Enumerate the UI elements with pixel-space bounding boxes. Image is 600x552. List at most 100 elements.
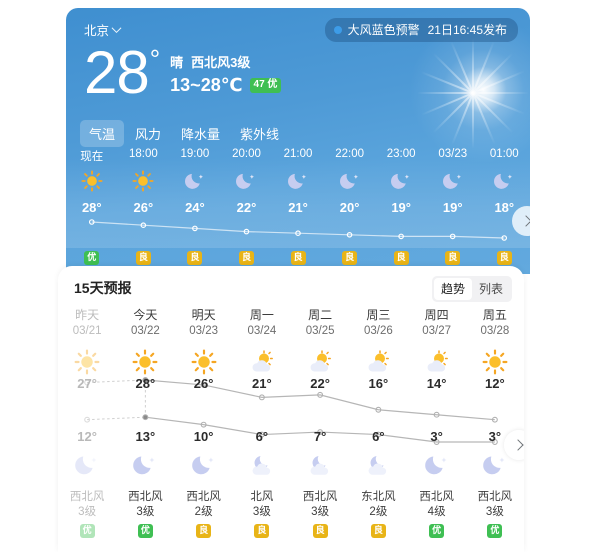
status-badge: 良: [254, 524, 270, 538]
forecast-day-date: 03/27: [422, 325, 452, 337]
forecast-wind-level: 3级: [311, 506, 330, 518]
moon-icon: [287, 166, 309, 196]
forecast-low-temp: 10°: [193, 429, 214, 444]
tab-3[interactable]: 降水量: [172, 120, 229, 147]
hourly-temp: 21°: [288, 200, 308, 215]
forecast-wind-direction: 北风: [250, 491, 274, 503]
hourly-time: 18:00: [128, 148, 158, 160]
hourly-forecast-strip[interactable]: 现在 28° 18:00 26° 19:00 24° 20:00 22° 21:00 2…: [66, 148, 530, 215]
forecast-view-option[interactable]: 趋势: [433, 278, 472, 300]
hourly-item[interactable]: 01:00 18°: [479, 148, 531, 215]
hourly-item[interactable]: 03/23 19°: [427, 148, 479, 215]
hourly-next-button[interactable]: [512, 206, 530, 236]
hourly-item[interactable]: 22:00 20°: [324, 148, 376, 215]
moon-icon: [116, 452, 174, 478]
hourly-temp: 28°: [81, 200, 102, 215]
hourly-temp: 22°: [236, 200, 257, 215]
status-badge: 优: [84, 251, 100, 265]
forecast-card-header: 15天预报 趋势 列表: [58, 266, 524, 304]
forecast-aqi-cell: 良: [291, 524, 349, 538]
moon-cloud-icon: [291, 452, 349, 478]
status-badge: 优: [137, 524, 153, 538]
forecast-day-name: 周四: [424, 308, 449, 322]
forecast-high-temp: 22°: [310, 376, 330, 391]
forecast-high-temp: 16°: [368, 376, 389, 391]
forecast-high-temps-row: 27° 28° 26° 21° 22° 16° 14° 12°: [58, 376, 524, 391]
forecast-wind-cell: 西北风 3级: [58, 490, 116, 520]
hourly-aqi-row: 优良良良良良良良良: [66, 251, 530, 265]
alert-text: 大风蓝色预警: [347, 23, 420, 37]
weather-alert-banner[interactable]: 大风蓝色预警 21日16:45发布: [324, 18, 518, 42]
metric-tabs: 气温 风力 降水量 紫外线: [80, 120, 288, 147]
forecast-wind-cell: 西北风 2级: [175, 490, 233, 520]
hourly-aqi-cell: 良: [324, 251, 376, 265]
hourly-time: 22:00: [335, 148, 364, 160]
forecast-wind-level: 3级: [78, 506, 97, 518]
forecast-day-date: 03/21: [72, 325, 102, 337]
hourly-aqi-cell: 良: [479, 251, 531, 265]
hourly-temperature-trend-line: [88, 219, 508, 241]
air-quality-badge[interactable]: 47 优: [249, 78, 282, 93]
forecast-low-temp: 7°: [313, 429, 327, 444]
hourly-time: 23:00: [386, 148, 416, 160]
tab-2[interactable]: 风力: [126, 120, 170, 147]
moon-icon: [339, 166, 361, 196]
status-badge: 良: [445, 251, 461, 265]
forecast-view-option[interactable]: 列表: [472, 278, 510, 300]
forecast-wind-cell: 北风 3级: [233, 490, 291, 520]
forecast-wind-direction: 西北风: [69, 491, 105, 503]
hourly-item[interactable]: 20:00 22°: [221, 148, 273, 215]
forecast-wind-direction: 西北风: [128, 491, 163, 503]
moon-icon: [442, 166, 464, 196]
status-badge: 良: [135, 251, 151, 265]
forecast-wind-cell: 东北风 2级: [349, 490, 407, 520]
city-selector[interactable]: 北京: [84, 20, 122, 39]
forecast-day-date: 03/24: [247, 325, 277, 337]
hourly-time: 01:00: [489, 148, 519, 160]
forecast-wind-level: 4级: [427, 506, 446, 518]
forecast-day-name: 明天: [191, 308, 216, 322]
status-badge: 优: [79, 524, 95, 538]
forecast-day-name: 周二: [308, 308, 333, 322]
forecast-aqi-cell: 优: [466, 524, 524, 538]
forecast-wind-cell: 西北风 3级: [466, 490, 524, 520]
forecast-high-temp: 12°: [485, 376, 505, 391]
forecast-wind-row: 西北风 3级 西北风 3级 西北风 2级 北风 3级 西北风 3级 东北风 2级 西北风 4级 西北风 3级: [58, 490, 524, 520]
temperature-range: 13~28℃: [170, 75, 243, 95]
tab-4[interactable]: 紫外线: [231, 120, 288, 147]
current-temperature-block: 28 ° 晴 西北风3级 13~28℃ 47 优: [84, 43, 282, 103]
forecast-wind-level: 2级: [194, 506, 213, 518]
forecast-low-temps-row: 12° 13° 10° 6° 7° 6° 3° 3°: [58, 429, 524, 444]
forecast-low-temp: 3°: [430, 429, 443, 444]
status-badge: 优: [429, 524, 445, 538]
current-weather-panel: 北京 大风蓝色预警 21日16:45发布 28 ° 晴 西北风3级 13~28℃…: [66, 8, 530, 274]
hourly-item[interactable]: 18:00 26°: [118, 148, 170, 215]
chevron-right-icon: [511, 439, 524, 451]
alert-dot-icon: [333, 25, 342, 34]
hourly-item[interactable]: 23:00 19°: [375, 148, 427, 215]
hourly-item[interactable]: 19:00 24°: [169, 148, 221, 215]
forecast-title: 15天预报: [74, 280, 132, 296]
forecast-day-name: 周三: [366, 308, 391, 322]
forecast-day-date: 03/28: [480, 325, 510, 337]
moon-icon: [58, 452, 116, 478]
forecast-wind-cell: 西北风 3级: [291, 490, 349, 520]
city-name: 北京: [84, 24, 110, 38]
current-wind: 西北风3级: [191, 55, 251, 70]
moon-icon: [493, 166, 515, 196]
current-condition: 晴: [170, 55, 184, 70]
forecast-day-date: 03/23: [189, 325, 219, 337]
hourly-aqi-cell: 良: [118, 251, 170, 265]
hourly-item[interactable]: 现在 28°: [66, 148, 118, 215]
hourly-aqi-cell: 良: [272, 251, 324, 265]
hourly-item[interactable]: 21:00 21°: [272, 148, 324, 215]
tab-1[interactable]: 气温: [80, 120, 125, 147]
status-badge: 良: [238, 251, 254, 265]
forecast-high-temp: 21°: [252, 376, 272, 391]
forecast-night-icons-row: [58, 452, 524, 478]
forecast-aqi-cell: 良: [349, 524, 407, 538]
forecast-low-temp: 6°: [255, 429, 269, 444]
hourly-aqi-cell: 良: [427, 251, 479, 265]
alert-time: 21日16:45发布: [427, 23, 507, 37]
forecast-aqi-cell: 优: [408, 524, 466, 538]
